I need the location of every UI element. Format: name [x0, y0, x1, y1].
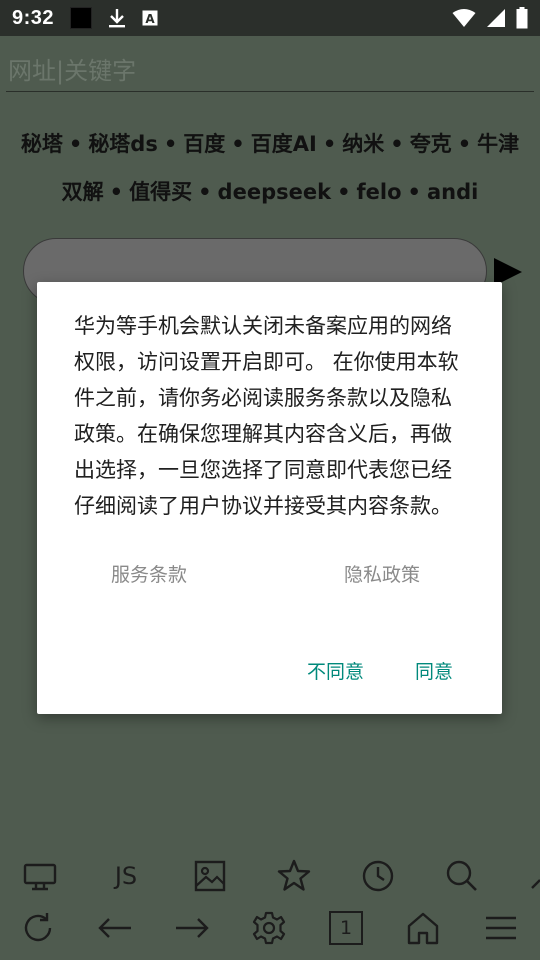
quick-links: 秘塔 • 秘塔ds • 百度 • 百度AI • 纳米 • 夸克 • 牛津双解 • 值得买 • deepseek •…: [20, 120, 520, 216]
settings-icon: [252, 911, 286, 945]
image-icon: [194, 860, 226, 892]
link-separator: •: [322, 132, 337, 156]
partial-icon: [531, 879, 540, 889]
link-separator: •: [231, 132, 245, 156]
home-button[interactable]: [403, 908, 443, 948]
quick-link[interactable]: 秘塔: [21, 132, 63, 156]
status-icons-left: A: [70, 7, 158, 29]
quick-link[interactable]: 值得买: [129, 180, 192, 204]
menu-button[interactable]: [481, 908, 521, 948]
history-button[interactable]: [358, 856, 398, 896]
forward-arrow-icon: [176, 918, 209, 938]
status-time: 9:32: [12, 6, 55, 29]
black-square-icon: [70, 7, 93, 29]
screen: 9:32 A 秘塔•秘塔ds•百: [0, 0, 540, 960]
menu-icon: [486, 916, 516, 940]
quick-link[interactable]: 百度AI: [251, 132, 317, 156]
font-a-icon: A: [142, 10, 158, 26]
star-icon: [277, 859, 311, 891]
bookmark-button[interactable]: [274, 856, 314, 896]
wifi-icon: [452, 9, 476, 27]
quick-link[interactable]: deepseek: [218, 180, 332, 204]
quick-link[interactable]: 夸克: [410, 132, 452, 156]
quick-link[interactable]: 纳米: [342, 132, 384, 156]
settings-button[interactable]: [249, 908, 289, 948]
agree-button[interactable]: 同意: [415, 657, 453, 684]
tabs-button[interactable]: 1: [326, 908, 366, 948]
forward-button[interactable]: [172, 908, 212, 948]
link-separator: •: [457, 132, 472, 156]
back-arrow-icon: [98, 918, 131, 938]
quick-link[interactable]: felo: [357, 180, 402, 204]
tab-count: 1: [329, 911, 363, 945]
quick-link[interactable]: 百度: [183, 132, 225, 156]
toolbar-top: JS: [0, 850, 540, 902]
home-icon: [407, 912, 439, 945]
refresh-icon: [24, 913, 52, 942]
link-separator: •: [109, 180, 124, 204]
svg-text:A: A: [145, 12, 155, 26]
link-separator: •: [337, 180, 351, 204]
status-bar: 9:32 A: [0, 0, 540, 36]
quick-link[interactable]: 秘塔ds: [88, 132, 158, 156]
battery-icon: [516, 7, 528, 29]
back-button[interactable]: [95, 908, 135, 948]
dialog-message: 华为等手机会默认关闭未备案应用的网络权限，访问设置开启即可。 在你使用本软件之前…: [74, 314, 459, 518]
link-separator: •: [407, 180, 421, 204]
signal-icon: [487, 9, 505, 27]
desktop-button[interactable]: [20, 856, 60, 896]
link-separator: •: [163, 132, 178, 156]
refresh-button[interactable]: [18, 908, 58, 948]
toolbar-bottom: 1: [0, 902, 540, 954]
js-button[interactable]: JS: [106, 856, 146, 896]
desktop-icon: [23, 863, 57, 891]
url-input[interactable]: [6, 50, 534, 92]
more-toolbar-item[interactable]: [526, 856, 540, 896]
link-separator: •: [68, 132, 83, 156]
privacy-link[interactable]: 隐私政策: [344, 560, 420, 587]
image-button[interactable]: [190, 856, 230, 896]
clock-icon: [362, 860, 394, 892]
privacy-dialog: 华为等手机会默认关闭未备案应用的网络权限，访问设置开启即可。 在你使用本软件之前…: [37, 282, 502, 714]
status-icons-right: [452, 7, 528, 29]
search-icon: [446, 860, 477, 891]
disagree-button[interactable]: 不同意: [307, 657, 364, 684]
download-icon: [109, 9, 126, 28]
terms-link[interactable]: 服务条款: [111, 560, 187, 587]
search-button[interactable]: [442, 856, 482, 896]
link-separator: •: [390, 132, 404, 156]
link-separator: •: [198, 180, 212, 204]
js-label: JS: [114, 862, 138, 890]
quick-link[interactable]: andi: [427, 180, 478, 204]
